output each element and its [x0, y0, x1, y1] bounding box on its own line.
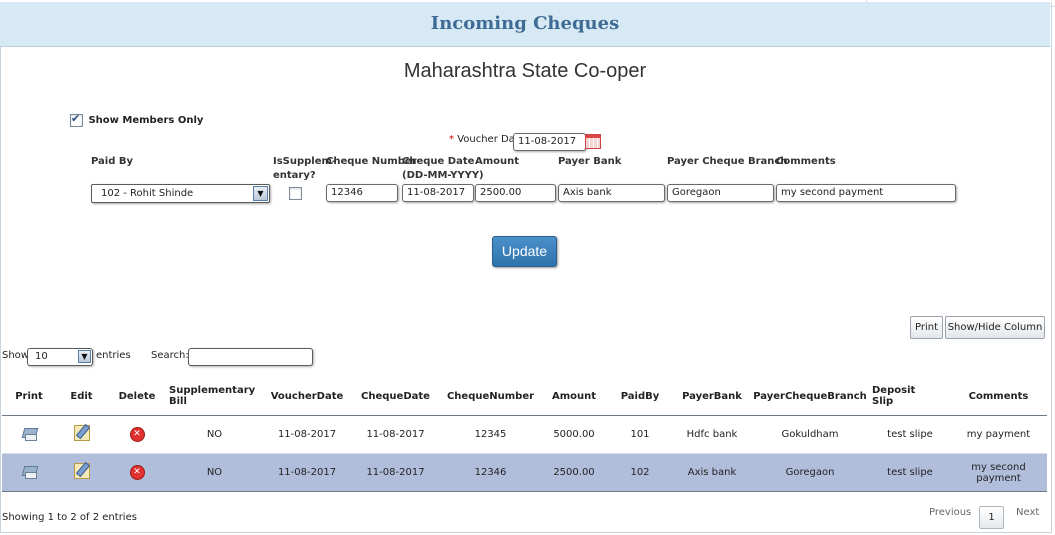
show-members-checkbox[interactable]	[70, 112, 83, 127]
payer-bank-label: Payer Bank	[558, 156, 622, 167]
comments-label: Comments	[776, 156, 836, 167]
cheques-table: Print Edit Delete Supplementary Bill Vouc…	[2, 377, 1047, 492]
col-payer-cheque-branch[interactable]: PayerChequeBranch	[750, 377, 870, 416]
is-supplementary-label-line2: entary?	[273, 170, 316, 181]
col-deposit-slip[interactable]: Deposit Slip	[870, 377, 950, 416]
chevron-down-icon[interactable]: ▼	[78, 350, 91, 363]
col-cheque-date[interactable]: ChequeDate	[352, 377, 439, 416]
update-button[interactable]: Update	[492, 236, 557, 267]
edit-icon[interactable]	[73, 425, 90, 441]
col-voucher-date[interactable]: VoucherDate	[262, 377, 352, 416]
cheque-date-label-line1: Cheque Date	[402, 156, 475, 167]
cell-payer-bank: Axis bank	[674, 453, 750, 492]
show-hide-column-button[interactable]: Show/Hide Column	[945, 316, 1045, 339]
col-paid-by[interactable]: PaidBy	[606, 377, 674, 416]
cell-cheque-date: 11-08-2017	[352, 415, 439, 454]
payer-cheque-branch-label: Payer Cheque Branch	[667, 156, 788, 167]
print-button[interactable]: Print	[910, 316, 943, 339]
cell-paid-by: 102	[606, 453, 674, 492]
cell-amount: 2500.00	[542, 453, 606, 492]
delete-icon[interactable]: ✕	[130, 428, 144, 441]
cheque-number-input[interactable]: 12346	[326, 184, 398, 202]
cell-comments: my payment	[950, 415, 1047, 454]
cell-payer-bank: Hdfc bank	[674, 415, 750, 454]
cheque-date-input[interactable]: 11-08-2017	[402, 184, 474, 202]
print-icon[interactable]	[21, 426, 37, 441]
cell-payer-cheque-branch: Gokuldham	[750, 415, 870, 454]
amount-input[interactable]: 2500.00	[475, 184, 556, 202]
col-comments[interactable]: Comments	[950, 377, 1047, 416]
table-row[interactable]: ✕ NO 11-08-2017 11-08-2017 12346 2500.00…	[2, 453, 1047, 492]
col-edit[interactable]: Edit	[56, 377, 107, 416]
paid-by-label: Paid By	[91, 156, 134, 167]
cell-voucher-date: 11-08-2017	[262, 415, 352, 454]
col-cheque-number[interactable]: ChequeNumber	[439, 377, 542, 416]
col-supplementary-line2: Bill	[169, 396, 187, 407]
comments-input[interactable]: my second payment	[776, 184, 956, 202]
col-supplementary-bill[interactable]: Supplementary Bill	[167, 377, 262, 416]
col-payer-bank[interactable]: PayerBank	[674, 377, 750, 416]
next-button[interactable]: Next	[1016, 507, 1039, 518]
payer-cheque-branch-input[interactable]: Goregaon	[667, 184, 774, 202]
col-delete[interactable]: Delete	[107, 377, 167, 416]
voucher-date-input[interactable]: 11-08-2017	[513, 133, 586, 151]
cell-deposit-slip: test slipe	[870, 415, 950, 454]
paid-by-value: 102 - Rohit Shinde	[101, 188, 194, 199]
cheque-date-label-line2: (DD-MM-YYYY)	[402, 170, 484, 181]
cell-amount: 5000.00	[542, 415, 606, 454]
cell-paid-by: 101	[606, 415, 674, 454]
required-mark: *	[449, 134, 454, 145]
table-info: Showing 1 to 2 of 2 entries	[2, 512, 137, 523]
table-row[interactable]: ✕ NO 11-08-2017 11-08-2017 12345 5000.00…	[2, 415, 1047, 454]
page-1-button[interactable]: 1	[979, 506, 1004, 529]
entries-label: entries	[96, 350, 131, 361]
col-deposit-line1: Deposit	[872, 385, 916, 396]
cell-payer-cheque-branch: Goregaon	[750, 453, 870, 492]
cell-cheque-number: 12345	[439, 415, 542, 454]
col-amount[interactable]: Amount	[542, 377, 606, 416]
print-icon[interactable]	[21, 464, 37, 479]
cell-supplementary: NO	[167, 453, 262, 492]
col-print[interactable]: Print	[2, 377, 56, 416]
search-input[interactable]	[188, 348, 313, 366]
col-deposit-line2: Slip	[872, 396, 894, 407]
cell-comments: my second payment	[950, 453, 1047, 492]
delete-icon[interactable]: ✕	[130, 466, 144, 479]
edit-icon[interactable]	[73, 463, 90, 479]
show-members-toggle[interactable]: Show Members Only	[70, 112, 204, 127]
page-length-value: 10	[35, 351, 48, 362]
chevron-down-icon[interactable]: ▼	[253, 186, 268, 201]
search-label: Search:	[151, 350, 189, 361]
page-header: Incoming Cheques	[0, 2, 1050, 47]
show-members-label: Show Members Only	[88, 115, 204, 126]
payer-bank-input[interactable]: Axis bank	[558, 184, 665, 202]
page-title: Incoming Cheques	[430, 13, 620, 34]
cell-deposit-slip: test slipe	[870, 453, 950, 492]
cell-supplementary: NO	[167, 415, 262, 454]
page-length-select[interactable]: 10 ▼	[27, 348, 93, 366]
previous-button[interactable]: Previous	[929, 507, 971, 518]
amount-label: Amount	[475, 156, 520, 167]
company-name: Maharashtra State Co-oper	[403, 60, 647, 82]
cell-cheque-number: 12346	[439, 453, 542, 492]
cell-voucher-date: 11-08-2017	[262, 453, 352, 492]
col-supplementary-line1: Supplementary	[169, 385, 256, 396]
paid-by-select[interactable]: 102 - Rohit Shinde ▼	[91, 184, 270, 203]
table-header-row: Print Edit Delete Supplementary Bill Vouc…	[2, 377, 1047, 416]
cell-cheque-date: 11-08-2017	[352, 453, 439, 492]
is-supplementary-checkbox[interactable]	[289, 187, 302, 200]
show-label: Show	[2, 350, 29, 361]
calendar-icon[interactable]	[585, 134, 601, 149]
